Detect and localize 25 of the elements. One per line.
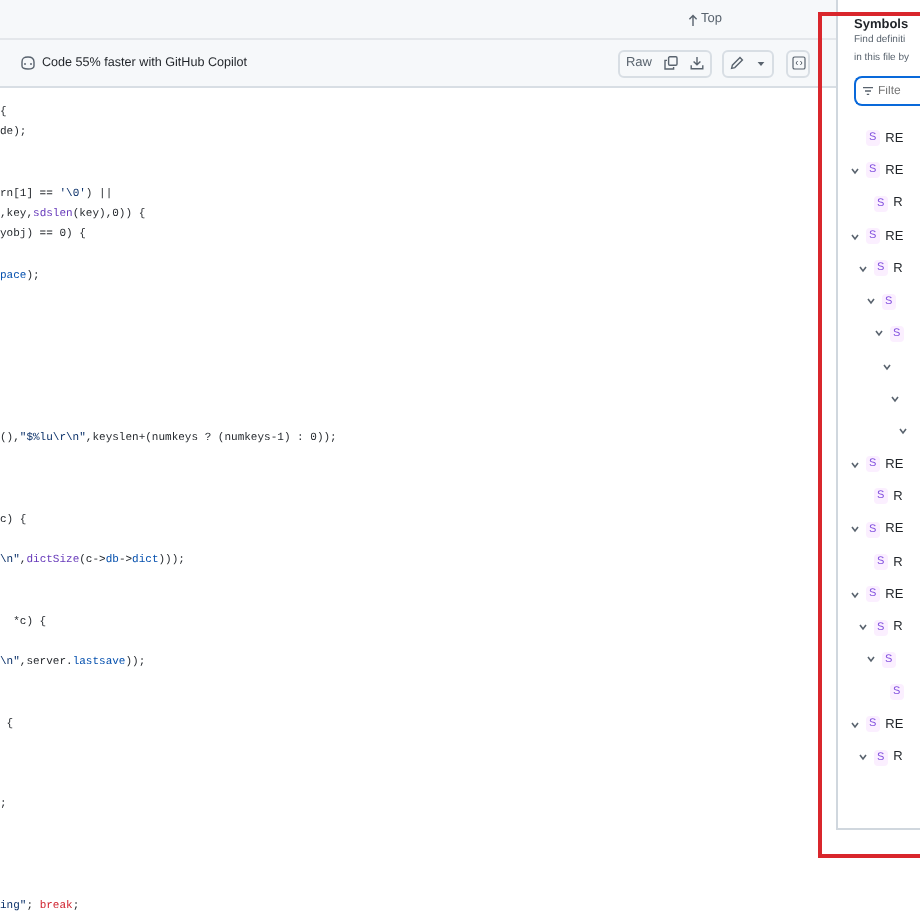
chevron-icon[interactable] <box>850 165 860 176</box>
chevron-icon[interactable] <box>858 622 868 633</box>
chevron-icon[interactable] <box>858 263 868 274</box>
filter-icon <box>862 86 874 96</box>
chevron-icon[interactable] <box>858 752 868 763</box>
pencil-icon <box>730 56 744 70</box>
chevron-icon[interactable] <box>850 231 860 242</box>
chevron-icon[interactable] <box>866 654 876 665</box>
chevron-icon[interactable] <box>898 426 908 437</box>
copy-button[interactable] <box>658 51 684 75</box>
code-panel-icon <box>791 56 805 70</box>
chevron-icon[interactable] <box>866 296 876 307</box>
copilot-icon <box>20 56 36 70</box>
arrow-up-icon <box>687 13 698 25</box>
chevron-icon[interactable] <box>850 459 860 470</box>
chevron-icon[interactable] <box>850 589 860 600</box>
caret-icon <box>756 59 766 67</box>
chevron-icon[interactable] <box>890 394 900 405</box>
download-icon <box>690 56 704 70</box>
chevron-icon[interactable] <box>850 719 860 730</box>
chevron-icon[interactable] <box>874 328 884 339</box>
chevron-icon[interactable] <box>850 524 860 535</box>
symbols-panel-button[interactable] <box>786 49 810 77</box>
chevron-icon[interactable] <box>882 361 892 372</box>
copy-icon <box>664 56 678 70</box>
